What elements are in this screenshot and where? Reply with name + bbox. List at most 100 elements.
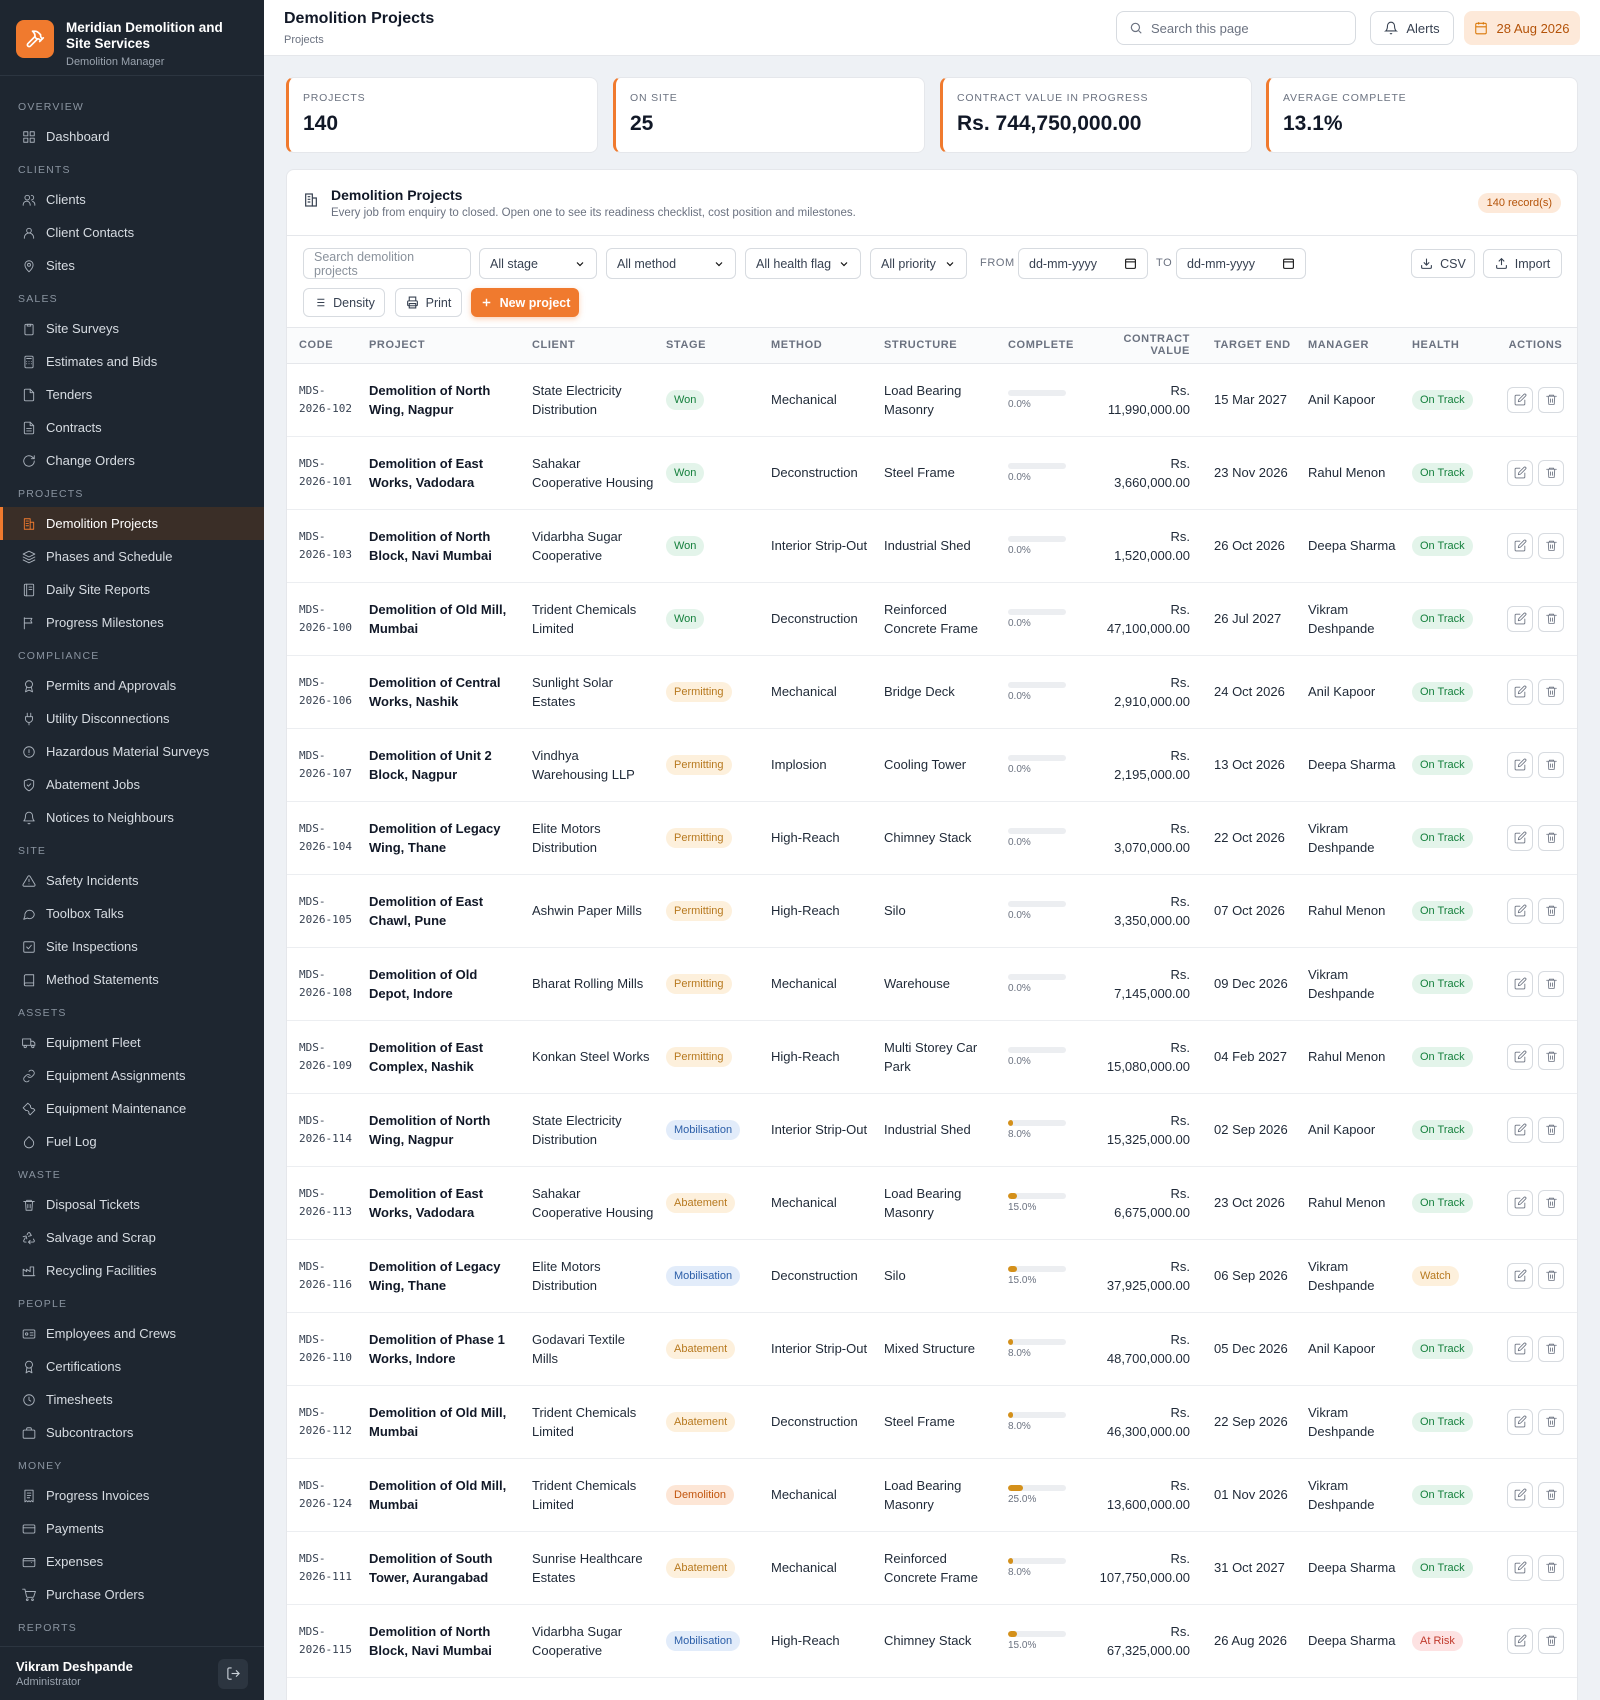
- project-name[interactable]: Demolition of Central Works, Nashik: [363, 655, 526, 729]
- table-row[interactable]: MDS-2026-106 Demolition of Central Works,…: [287, 655, 1577, 729]
- sidebar-item-clients[interactable]: Clients: [0, 183, 264, 216]
- sidebar-item-equipment-maintenance[interactable]: Equipment Maintenance: [0, 1092, 264, 1125]
- sidebar-item-salvage-and-scrap[interactable]: Salvage and Scrap: [0, 1221, 264, 1254]
- date-chip[interactable]: 28 Aug 2026: [1464, 11, 1580, 45]
- sidebar-item-dashboard[interactable]: Dashboard: [0, 120, 264, 153]
- column-header-manager[interactable]: Manager: [1302, 328, 1406, 364]
- table-row[interactable]: MDS-2026-113 Demolition of East Works, Va…: [287, 1166, 1577, 1240]
- delete-button[interactable]: [1538, 1481, 1564, 1508]
- edit-button[interactable]: [1507, 1043, 1533, 1070]
- sidebar-item-notices-to-neighbours[interactable]: Notices to Neighbours: [0, 801, 264, 834]
- table-row[interactable]: MDS-2026-104 Demolition of Legacy Wing, T…: [287, 801, 1577, 875]
- delete-button[interactable]: [1538, 1408, 1564, 1435]
- sidebar-item-progress-milestones[interactable]: Progress Milestones: [0, 606, 264, 639]
- delete-button[interactable]: [1538, 897, 1564, 924]
- project-name[interactable]: Demolition of North Wing, Nagpur: [363, 363, 526, 437]
- import-button[interactable]: Import: [1483, 249, 1562, 278]
- sidebar-item-certifications[interactable]: Certifications: [0, 1350, 264, 1383]
- sidebar-item-equipment-fleet[interactable]: Equipment Fleet: [0, 1026, 264, 1059]
- from-date-input[interactable]: dd-mm-yyyy: [1018, 248, 1148, 279]
- column-header-actions[interactable]: Actions: [1492, 328, 1577, 364]
- column-header-target-end[interactable]: Target End: [1208, 328, 1302, 364]
- table-row[interactable]: MDS-2026-115 Demolition of North Block, N…: [287, 1604, 1577, 1678]
- delete-button[interactable]: [1538, 1262, 1564, 1289]
- project-name[interactable]: Demolition of Legacy Wing, Thane: [363, 801, 526, 875]
- sidebar-item-employees-and-crews[interactable]: Employees and Crews: [0, 1317, 264, 1350]
- sidebar-item-expenses[interactable]: Expenses: [0, 1545, 264, 1578]
- edit-button[interactable]: [1507, 1116, 1533, 1143]
- column-header-complete[interactable]: Complete: [1002, 328, 1086, 364]
- edit-button[interactable]: [1507, 1481, 1533, 1508]
- table-row[interactable]: MDS-2026-103 Demolition of North Block, N…: [287, 509, 1577, 583]
- table-row[interactable]: MDS-2026-116 Demolition of Legacy Wing, T…: [287, 1239, 1577, 1313]
- column-header-method[interactable]: Method: [765, 328, 878, 364]
- alerts-button[interactable]: Alerts: [1370, 11, 1454, 45]
- method-select[interactable]: All method: [606, 248, 736, 279]
- delete-button[interactable]: [1538, 1335, 1564, 1362]
- project-name[interactable]: Demolition of Old Mill, Mumbai: [363, 1458, 526, 1532]
- column-header-structure[interactable]: Structure: [878, 328, 1002, 364]
- project-name[interactable]: Demolition of Unit 2 Block, Nagpur: [363, 728, 526, 802]
- edit-button[interactable]: [1507, 1554, 1533, 1581]
- stage-select[interactable]: All stage: [479, 248, 597, 279]
- delete-button[interactable]: [1538, 386, 1564, 413]
- edit-button[interactable]: [1507, 459, 1533, 486]
- sidebar-item-client-contacts[interactable]: Client Contacts: [0, 216, 264, 249]
- edit-button[interactable]: [1507, 386, 1533, 413]
- table-row[interactable]: MDS-2026-109 Demolition of East Complex, …: [287, 1020, 1577, 1094]
- project-name[interactable]: Demolition of South Tower, Aurangabad: [363, 1531, 526, 1605]
- sidebar-item-daily-site-reports[interactable]: Daily Site Reports: [0, 573, 264, 606]
- logout-button[interactable]: [218, 1658, 248, 1689]
- delete-button[interactable]: [1538, 970, 1564, 997]
- sidebar-item-abatement-jobs[interactable]: Abatement Jobs: [0, 768, 264, 801]
- edit-button[interactable]: [1507, 824, 1533, 851]
- sidebar-item-progress-invoices[interactable]: Progress Invoices: [0, 1479, 264, 1512]
- sidebar-item-phases-and-schedule[interactable]: Phases and Schedule: [0, 540, 264, 573]
- table-row[interactable]: MDS-2026-101 Demolition of East Works, Va…: [287, 436, 1577, 510]
- sidebar-item-method-statements[interactable]: Method Statements: [0, 963, 264, 996]
- project-name[interactable]: Demolition of Phase 1 Works, Indore: [363, 1312, 526, 1386]
- project-name[interactable]: Demolition of North Block, Navi Mumbai: [363, 509, 526, 583]
- sidebar-item-hazardous-material-surveys[interactable]: Hazardous Material Surveys: [0, 735, 264, 768]
- column-header-project[interactable]: Project: [363, 328, 526, 364]
- edit-button[interactable]: [1507, 1262, 1533, 1289]
- sidebar-item-purchase-orders[interactable]: Purchase Orders: [0, 1578, 264, 1611]
- column-header-client[interactable]: Client: [526, 328, 660, 364]
- csv-export-button[interactable]: CSV: [1411, 249, 1475, 278]
- table-row[interactable]: MDS-2026-124 Demolition of Old Mill, Mumb…: [287, 1458, 1577, 1532]
- table-row[interactable]: MDS-2026-108 Demolition of Old Depot, Ind…: [287, 947, 1577, 1021]
- project-name[interactable]: Demolition of North Block, Navi Mumbai: [363, 1604, 526, 1678]
- sidebar-item-estimates-and-bids[interactable]: Estimates and Bids: [0, 345, 264, 378]
- breadcrumb[interactable]: Projects: [284, 34, 324, 46]
- sidebar-item-site-inspections[interactable]: Site Inspections: [0, 930, 264, 963]
- project-name[interactable]: Demolition of Old Mill, Mumbai: [363, 582, 526, 656]
- table-row[interactable]: MDS-2026-100 Demolition of Old Mill, Mumb…: [287, 582, 1577, 656]
- column-header-health[interactable]: Health: [1406, 328, 1492, 364]
- edit-button[interactable]: [1507, 605, 1533, 632]
- page-search-input[interactable]: Search this page: [1116, 11, 1356, 45]
- edit-button[interactable]: [1507, 751, 1533, 778]
- column-header-stage[interactable]: Stage: [660, 328, 765, 364]
- sidebar-item-utility-disconnections[interactable]: Utility Disconnections: [0, 702, 264, 735]
- edit-button[interactable]: [1507, 1189, 1533, 1216]
- to-date-input[interactable]: dd-mm-yyyy: [1176, 248, 1306, 279]
- edit-button[interactable]: [1507, 532, 1533, 559]
- edit-button[interactable]: [1507, 1335, 1533, 1362]
- project-name[interactable]: Demolition of East Complex, Nashik: [363, 1020, 526, 1094]
- delete-button[interactable]: [1538, 678, 1564, 705]
- project-name[interactable]: Demolition of North Wing, Nagpur: [363, 1093, 526, 1167]
- sidebar-item-equipment-assignments[interactable]: Equipment Assignments: [0, 1059, 264, 1092]
- sidebar-item-payments[interactable]: Payments: [0, 1512, 264, 1545]
- new-project-button[interactable]: New project: [471, 288, 579, 317]
- edit-button[interactable]: [1507, 1627, 1533, 1654]
- sidebar-item-disposal-tickets[interactable]: Disposal Tickets: [0, 1188, 264, 1221]
- project-name[interactable]: Demolition of East Works, Vadodara: [363, 436, 526, 510]
- edit-button[interactable]: [1507, 678, 1533, 705]
- sidebar-item-change-orders[interactable]: Change Orders: [0, 444, 264, 477]
- table-row[interactable]: MDS-2026-102 Demolition of North Wing, Na…: [287, 363, 1577, 437]
- project-name[interactable]: Demolition of Old Depot, Indore: [363, 947, 526, 1021]
- health-select[interactable]: All health flag: [745, 248, 861, 279]
- edit-button[interactable]: [1507, 970, 1533, 997]
- project-name[interactable]: Demolition of Legacy Wing, Thane: [363, 1239, 526, 1313]
- delete-button[interactable]: [1538, 532, 1564, 559]
